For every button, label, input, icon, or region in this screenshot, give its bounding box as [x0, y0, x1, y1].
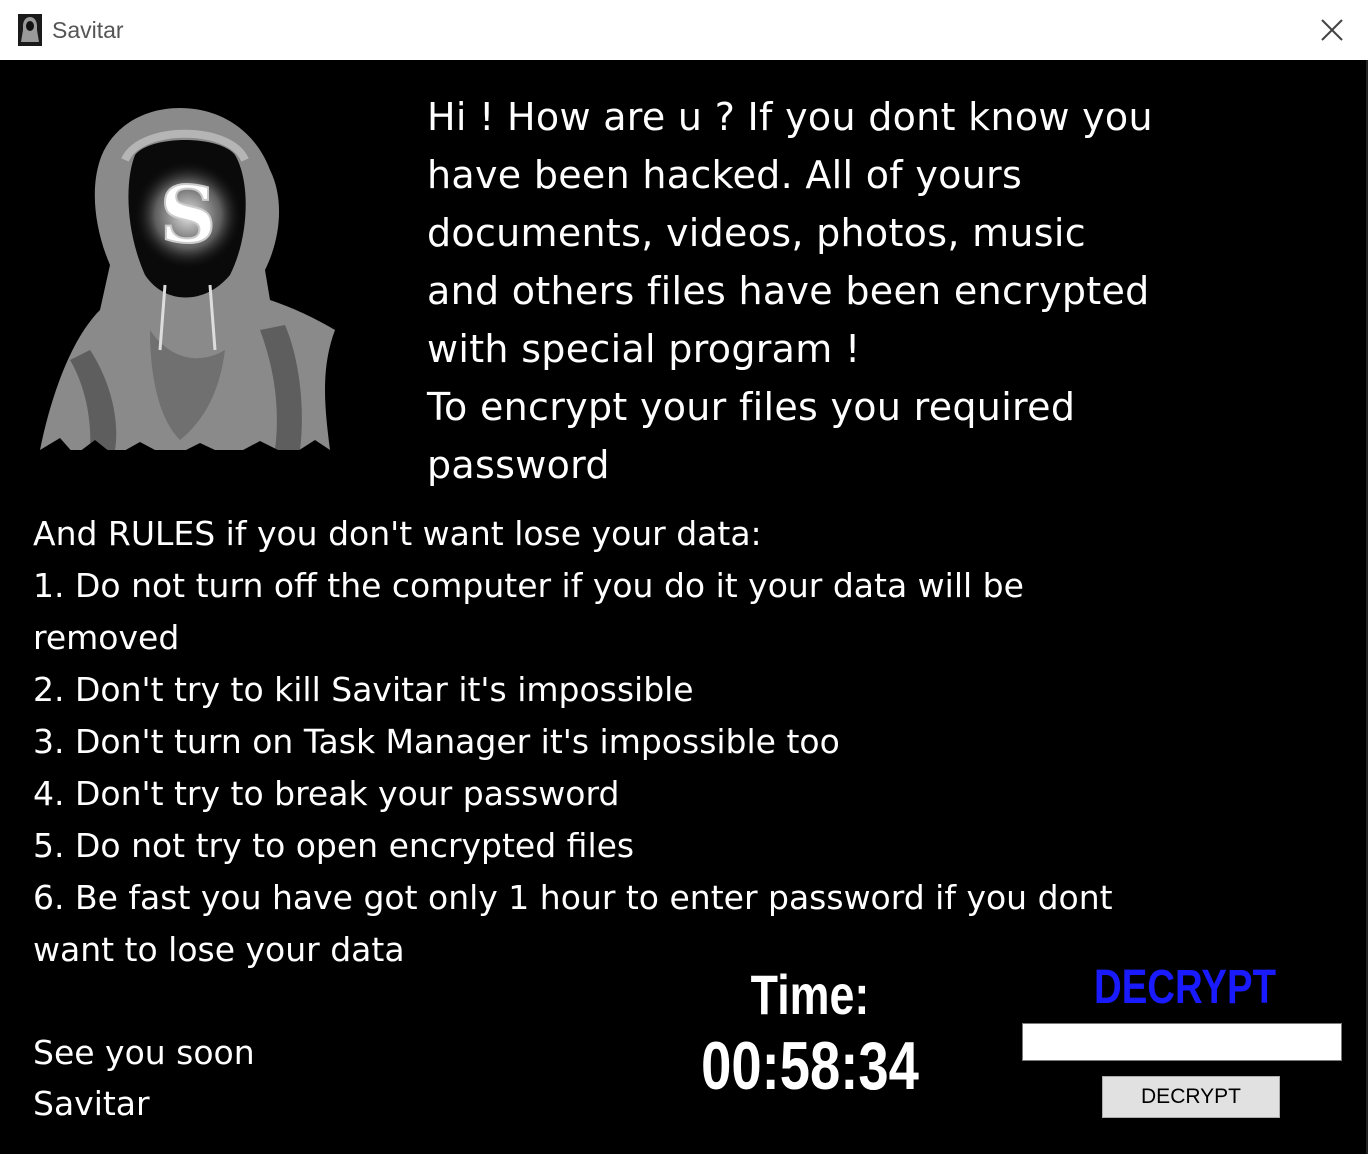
password-input[interactable] [1022, 1023, 1342, 1061]
decrypt-heading: DECRYPT [1060, 960, 1310, 1016]
rule-line: 2. Don't try to kill Savitar it's imposs… [33, 670, 694, 709]
decrypt-button[interactable]: DECRYPT [1102, 1076, 1280, 1118]
rule-line: 4. Don't try to break your password [33, 774, 620, 813]
intro-line: Hi ! How are u ? If you dont know you [427, 95, 1153, 139]
window-title: Savitar [52, 17, 124, 43]
intro-message: Hi ! How are u ? If you dont know you ha… [427, 88, 1327, 494]
rule-line: 5. Do not try to open encrypted files [33, 826, 635, 865]
timer-label-text: Time: [750, 963, 870, 1026]
rules-block: And RULES if you don't want lose your da… [33, 508, 1333, 976]
signoff-line: See you soon [33, 1033, 255, 1072]
title-bar[interactable]: Savitar [0, 0, 1368, 60]
countdown-timer: 00:58:34 [640, 1030, 980, 1102]
intro-line: documents, videos, photos, music [427, 211, 1086, 255]
rule-line: 1. Do not turn off the computer if you d… [33, 566, 1024, 605]
rule-line: 6. Be fast you have got only 1 hour to e… [33, 878, 1113, 917]
decrypt-heading-text: DECRYPT [1093, 961, 1277, 1014]
intro-line: with special program ! [427, 327, 861, 371]
timer-label: Time: [660, 965, 960, 1025]
intro-line: password [427, 443, 610, 487]
signoff: See you soon Savitar [33, 1027, 255, 1129]
rules-heading: And RULES if you don't want lose your da… [33, 514, 762, 553]
close-icon [1321, 19, 1343, 41]
ransom-window: Savitar S Hi ! How are u ? If you dont k… [0, 0, 1368, 1154]
window-content: S Hi ! How are u ? If you dont know you … [0, 60, 1368, 1154]
close-button[interactable] [1310, 10, 1354, 50]
intro-line: and others files have been encrypted [427, 269, 1150, 313]
rule-line: removed [33, 618, 180, 657]
signoff-signature: Savitar [33, 1084, 150, 1123]
intro-line: To encrypt your files you required [427, 385, 1076, 429]
logo-letter: S [160, 170, 216, 261]
hooded-figure-icon [18, 14, 42, 46]
hooded-hacker-image: S [40, 108, 335, 462]
countdown-value: 00:58:34 [701, 1028, 919, 1104]
intro-line: have been hacked. All of yours [427, 153, 1023, 197]
rule-line: 3. Don't turn on Task Manager it's impos… [33, 722, 840, 761]
